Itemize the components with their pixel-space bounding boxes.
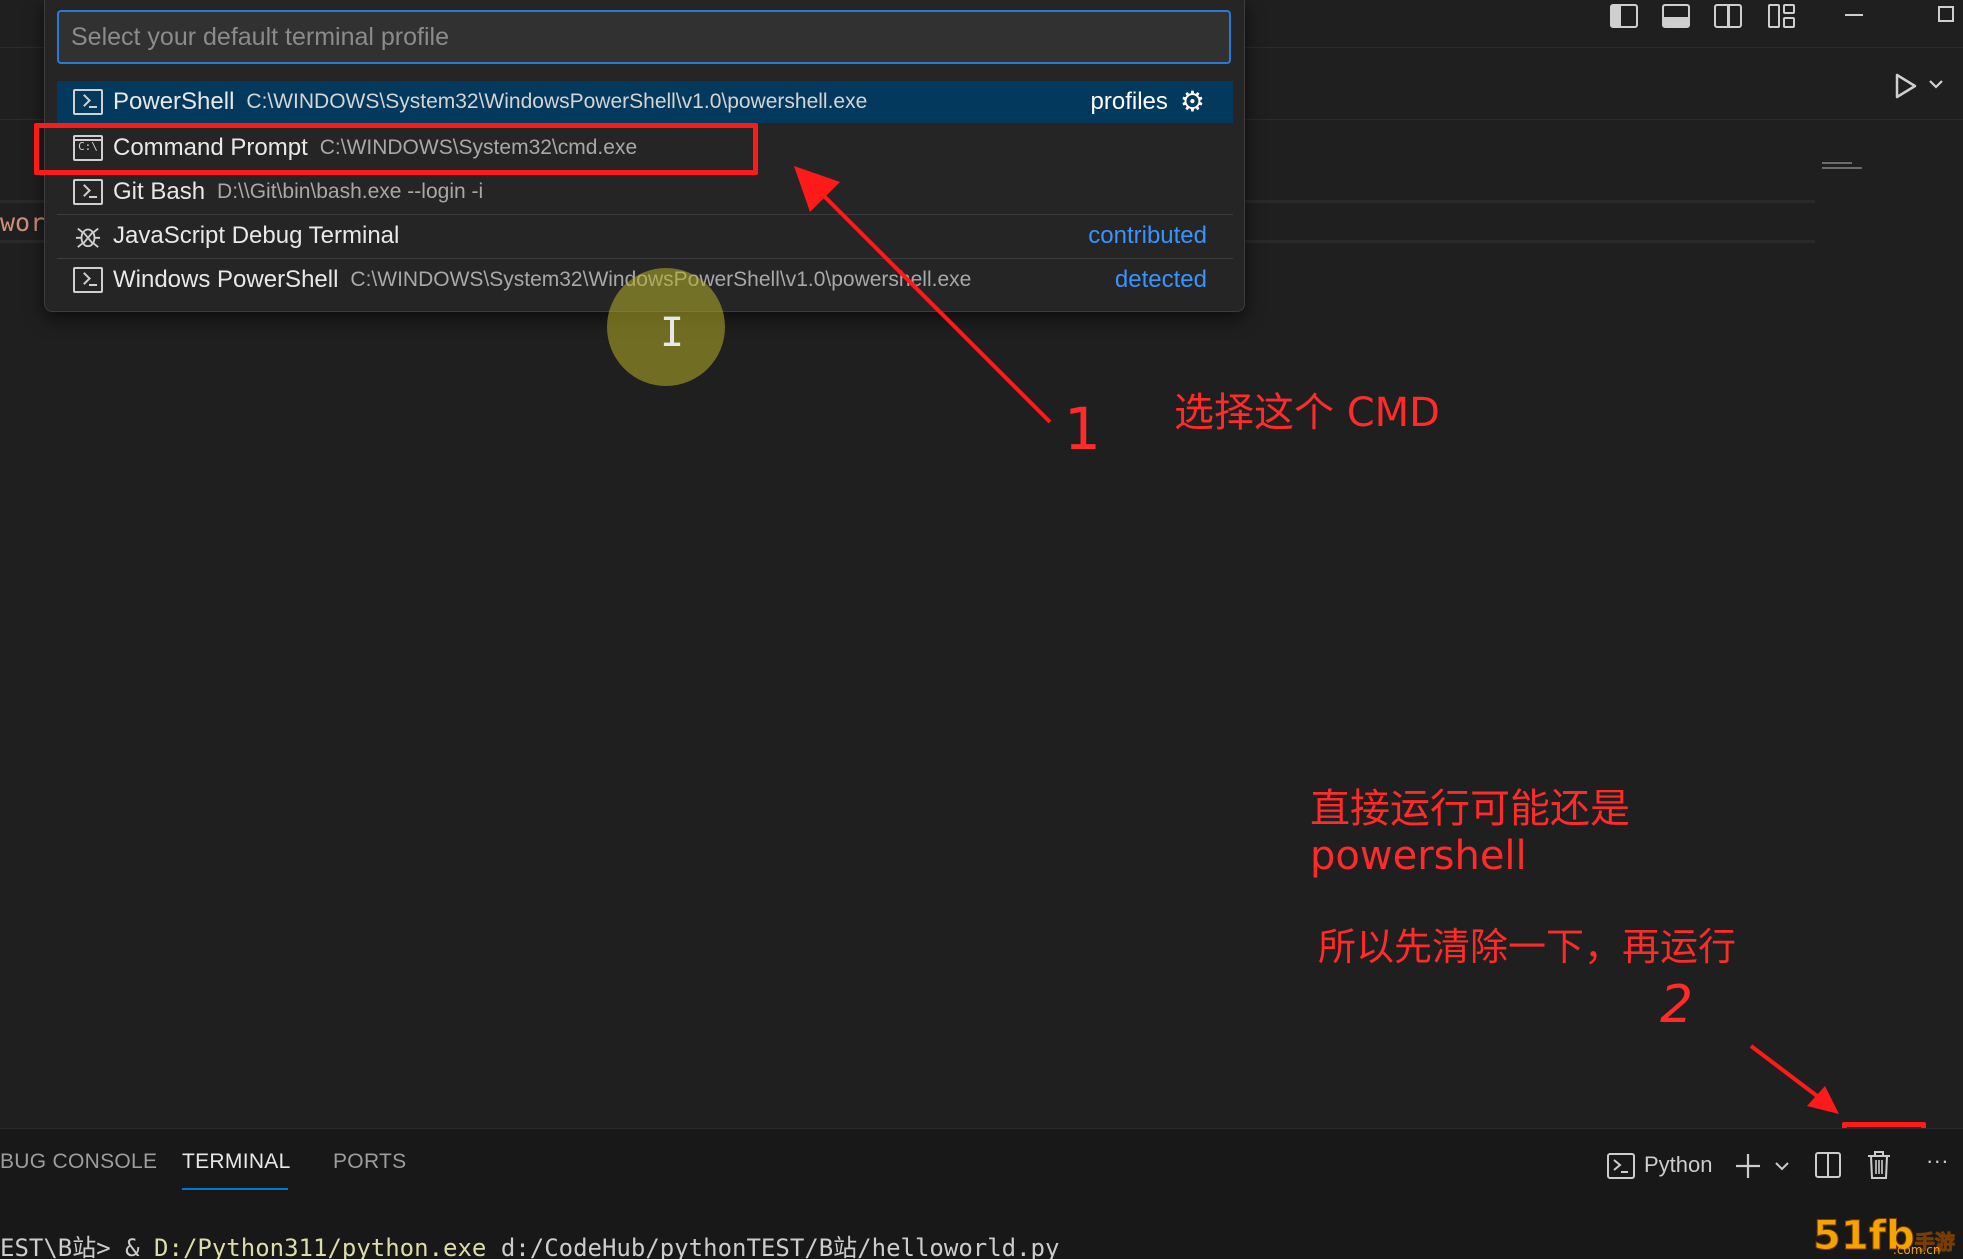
terminal-icon (73, 89, 103, 115)
annotation-box-command-prompt (34, 123, 758, 175)
contributed-tag: contributed (1088, 221, 1207, 249)
text-cursor-icon: I (660, 310, 685, 356)
annotation-arrow-1 (794, 166, 1052, 424)
watermark-domain: .com.cn (1893, 1243, 1941, 1257)
profile-path: C:\WINDOWS\System32\WindowsPowerShell\v1… (246, 90, 868, 113)
watermark-logo: 51fb手游网 (1813, 1213, 1963, 1259)
quick-pick-input[interactable] (57, 10, 1231, 64)
gear-icon[interactable]: ⚙ (1180, 88, 1205, 116)
terminal-command-args: d:/CodeHub/pythonTEST/B站/helloworld.py (486, 1234, 1060, 1259)
tab-terminal[interactable]: TERMINAL (182, 1150, 291, 1174)
annotation-text-line2: powershell (1310, 833, 1527, 879)
code-text: wor (0, 208, 46, 237)
terminal-icon (73, 179, 103, 205)
minimize-window-icon[interactable] (1845, 14, 1863, 16)
terminal-profiles-chevron-icon[interactable] (1774, 1160, 1790, 1172)
customize-layout-icon[interactable] (1762, 0, 1802, 32)
terminal-instance-name[interactable]: Python (1644, 1152, 1713, 1178)
profile-path: D:\\Git\bin\bash.exe --login -i (217, 180, 484, 203)
active-tab-indicator (182, 1188, 288, 1190)
profile-item-powershell[interactable]: PowerShell C:\WINDOWS\System32\WindowsPo… (57, 81, 1233, 123)
run-options-chevron-icon[interactable] (1928, 78, 1944, 90)
tab-ports[interactable]: PORTS (333, 1150, 406, 1174)
split-terminal-icon[interactable] (1814, 1151, 1842, 1179)
annotation-text-select-cmd: 选择这个 CMD (1174, 390, 1440, 436)
terminal-icon (1607, 1153, 1635, 1179)
debug-bug-icon (75, 227, 101, 248)
terminal-prompt: EST\B站> & (0, 1234, 155, 1259)
terminal-icon (73, 266, 103, 293)
annotation-text-line3: 所以先清除一下，再运行 (1318, 925, 1737, 969)
toggle-secondary-sidebar-icon[interactable] (1708, 0, 1748, 32)
annotation-step-1: 1 (1064, 395, 1101, 463)
profile-label: Git Bash (113, 178, 206, 205)
toggle-primary-sidebar-icon[interactable] (1604, 0, 1644, 32)
run-file-icon[interactable] (1894, 73, 1918, 99)
profile-label: JavaScript Debug Terminal (113, 221, 400, 249)
annotation-step-2: 2 (1660, 975, 1694, 1035)
annotation-text-line1: 直接运行可能还是 (1310, 786, 1630, 832)
annotation-arrow-2 (1749, 1044, 1839, 1114)
tab-debug-console[interactable]: BUG CONSOLE (0, 1150, 157, 1174)
restore-window-icon[interactable] (1938, 6, 1954, 22)
profile-label: Windows PowerShell (113, 265, 339, 293)
more-actions-icon[interactable]: ··· (1926, 1148, 1949, 1174)
terminal-command-exe: D:/Python311/python.exe (154, 1234, 487, 1259)
profile-label: PowerShell (113, 88, 235, 115)
toggle-panel-icon[interactable] (1656, 0, 1696, 32)
terminal-output-line: EST\B站> & D:/Python311/python.exe d:/Cod… (0, 1228, 1059, 1259)
new-terminal-plus-icon[interactable] (1734, 1152, 1762, 1180)
kill-terminal-trash-icon[interactable] (1866, 1150, 1892, 1180)
detected-tag: detected (1114, 265, 1207, 293)
minimap[interactable] (1822, 162, 1864, 172)
profiles-tag: profiles (1090, 88, 1168, 115)
